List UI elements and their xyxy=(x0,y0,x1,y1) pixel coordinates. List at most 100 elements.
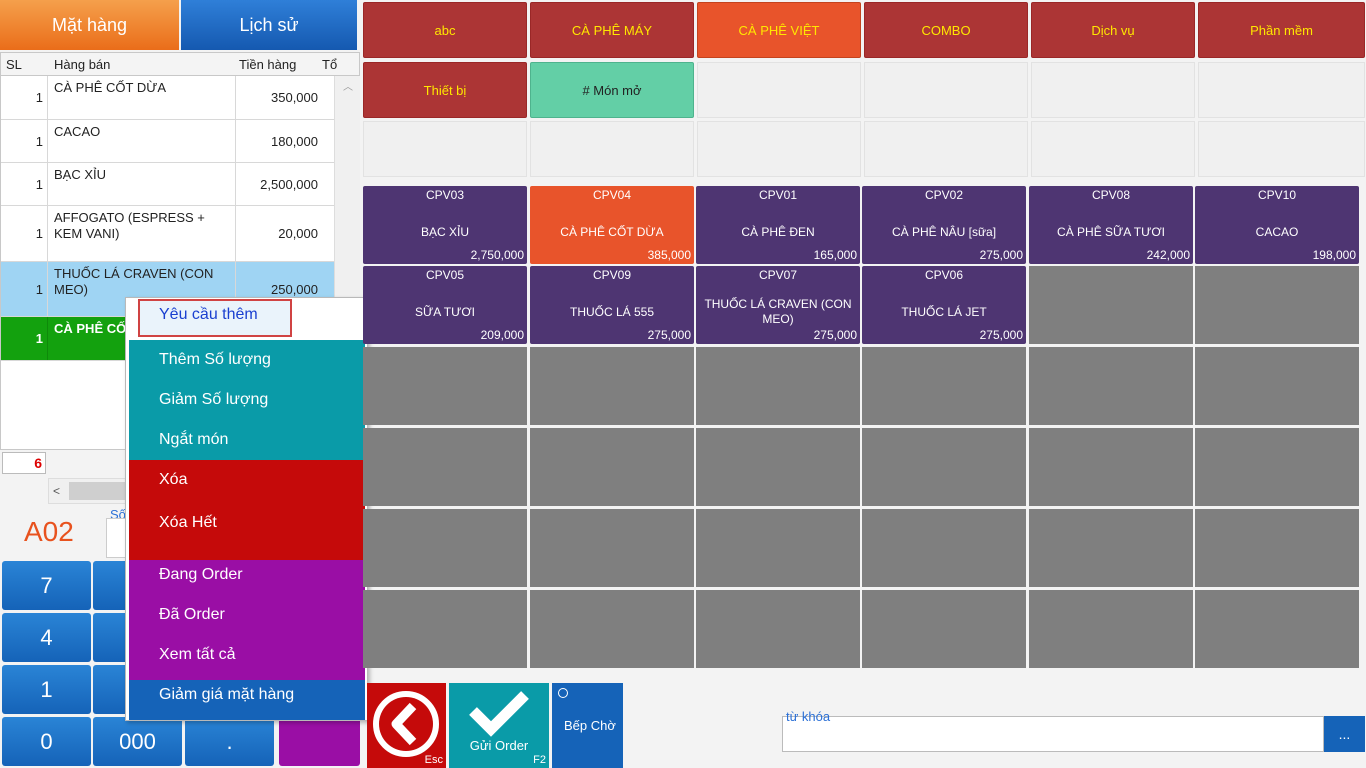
product-empty-slot xyxy=(530,347,694,425)
tab-history[interactable]: Lịch sử xyxy=(181,0,357,50)
product-code: CPV04 xyxy=(592,188,632,202)
keyword-search-label: từ khóa xyxy=(786,709,831,724)
product-code: CPV06 xyxy=(924,268,964,282)
menu-item-request-more[interactable]: Yêu cầu thêm xyxy=(138,299,292,337)
key-7[interactable]: 7 xyxy=(2,561,91,610)
key-4[interactable]: 4 xyxy=(2,613,91,662)
product-tile[interactable]: CPV07 THUỐC LÁ CRAVEN (CON MEO) 275,000 xyxy=(696,266,860,344)
checkmark-icon xyxy=(469,691,529,737)
category-empty-slot xyxy=(1031,62,1195,118)
row-item-name: CÀ PHÊ CỐT DỪA xyxy=(54,80,166,95)
product-tile[interactable]: CPV03 BẠC XỈU 2,750,000 xyxy=(363,186,527,264)
product-empty-slot xyxy=(696,347,860,425)
product-empty-slot xyxy=(1029,266,1193,344)
product-tile[interactable]: CPV09 THUỐC LÁ 555 275,000 xyxy=(530,266,694,344)
product-empty-slot xyxy=(1029,347,1193,425)
product-empty-slot xyxy=(696,509,860,587)
menu-item-ordering[interactable]: Đang Order xyxy=(129,560,365,600)
row-qty: 1 xyxy=(1,76,48,119)
product-name: BẠC XỈU xyxy=(420,224,469,239)
product-code: CPV09 xyxy=(592,268,632,282)
send-order-shortcut: F2 xyxy=(533,754,546,766)
category-empty-slot xyxy=(864,62,1028,118)
product-price: 275,000 xyxy=(979,248,1023,262)
product-empty-slot xyxy=(1029,428,1193,506)
row-qty: 1 xyxy=(1,206,48,261)
table-row[interactable]: 1 CÀ PHÊ CỐT DỪA 350,000 xyxy=(1,76,335,120)
product-code: CPV10 xyxy=(1257,188,1297,202)
product-empty-slot xyxy=(363,590,527,668)
product-tile[interactable]: CPV05 SỮA TƯƠI 209,000 xyxy=(363,266,527,344)
key-1[interactable]: 1 xyxy=(2,665,91,714)
row-qty: 1 xyxy=(1,163,48,205)
key-0[interactable]: 0 xyxy=(2,717,91,766)
menu-item-view-all[interactable]: Xem tất cả xyxy=(129,640,365,680)
category-empty-slot xyxy=(1198,121,1365,177)
product-tile-selected[interactable]: CPV04 CÀ PHÊ CỐT DỪA 385,000 xyxy=(530,186,694,264)
send-order-button[interactable]: Gửi Order F2 xyxy=(449,683,549,768)
kitchen-wait-button[interactable]: Bếp Chờ xyxy=(552,683,623,768)
product-tile[interactable]: CPV08 CÀ PHÊ SỮA TƯƠI 242,000 xyxy=(1029,186,1193,264)
product-tile[interactable]: CPV02 CÀ PHÊ NÂU [sữa] 275,000 xyxy=(862,186,1026,264)
category-phan-mem[interactable]: Phần mềm xyxy=(1198,2,1365,58)
menu-item-delete-all[interactable]: Xóa Hết xyxy=(129,500,365,560)
key-000[interactable]: 000 xyxy=(93,717,182,766)
order-table-header: SL Hàng bán Tiền hàng Tổ xyxy=(1,53,359,76)
product-name: CACAO xyxy=(1255,224,1299,239)
product-name: CÀ PHÊ SỮA TƯƠI xyxy=(1057,224,1165,239)
product-price: 165,000 xyxy=(813,248,857,262)
key-backspace[interactable] xyxy=(279,717,360,766)
product-name: CÀ PHÊ ĐEN xyxy=(741,224,815,239)
search-more-button[interactable]: ... xyxy=(1324,716,1365,752)
product-price: 275,000 xyxy=(813,328,857,342)
table-row[interactable]: 1 AFFOGATO (ESPRESS + KEM VANI) 20,000 xyxy=(1,206,335,262)
category-empty-slot xyxy=(864,121,1028,177)
product-empty-slot xyxy=(1029,509,1193,587)
row-item-name: BẠC XỈU xyxy=(54,167,107,182)
row-amount: 350,000 xyxy=(235,76,335,119)
row-amount: 2,500,000 xyxy=(235,163,335,205)
product-tile[interactable]: CPV06 THUỐC LÁ JET 275,000 xyxy=(862,266,1026,344)
product-tile[interactable]: CPV10 CACAO 198,000 xyxy=(1195,186,1359,264)
menu-item-stop-item[interactable]: Ngắt món xyxy=(129,420,365,460)
product-empty-slot xyxy=(1195,590,1359,668)
category-empty-slot xyxy=(1198,62,1365,118)
keyword-search-input[interactable] xyxy=(782,716,1324,752)
tab-items[interactable]: Mặt hàng xyxy=(0,0,179,50)
table-row[interactable]: 1 CACAO 180,000 xyxy=(1,120,335,163)
scroll-left-icon[interactable]: < xyxy=(53,484,60,498)
product-empty-slot xyxy=(862,347,1026,425)
product-name: CÀ PHÊ NÂU [sữa] xyxy=(891,224,997,239)
product-price: 275,000 xyxy=(647,328,691,342)
category-mon-mo[interactable]: # Món mở xyxy=(530,62,694,118)
category-combo[interactable]: COMBO xyxy=(864,2,1028,58)
col-header-qty: SL xyxy=(6,57,22,72)
menu-item-reduce-quantity[interactable]: Giảm Số lượng xyxy=(129,380,365,420)
scroll-up-icon[interactable]: ︿ xyxy=(343,78,353,93)
category-empty-slot xyxy=(530,121,694,177)
row-item-name: THUỐC LÁ CRAVEN (CON MEO) xyxy=(54,266,214,297)
key-decimal[interactable]: . xyxy=(185,717,274,766)
radio-icon xyxy=(558,688,568,698)
product-code: CPV02 xyxy=(924,188,964,202)
back-button[interactable]: Esc xyxy=(367,683,446,768)
category-dich-vu[interactable]: Dịch vụ xyxy=(1031,2,1195,58)
menu-item-item-discount[interactable]: Giảm giá mặt hàng xyxy=(129,680,365,720)
product-tile[interactable]: CPV01 CÀ PHÊ ĐEN 165,000 xyxy=(696,186,860,264)
product-empty-slot xyxy=(1195,509,1359,587)
row-item-name: AFFOGATO (ESPRESS + KEM VANI) xyxy=(54,210,205,241)
row-amount: 20,000 xyxy=(235,206,335,261)
category-abc[interactable]: abc xyxy=(363,2,527,58)
menu-item-delete[interactable]: Xóa xyxy=(129,460,365,500)
product-empty-slot xyxy=(862,590,1026,668)
col-header-total: Tổ xyxy=(322,57,338,72)
menu-item-add-quantity[interactable]: Thêm Số lượng xyxy=(129,340,365,380)
table-row[interactable]: 1 BẠC XỈU 2,500,000 xyxy=(1,163,335,206)
category-empty-slot xyxy=(697,121,861,177)
category-ca-phe-viet[interactable]: CÀ PHÊ VIỆT xyxy=(697,2,861,58)
category-thiet-bi[interactable]: Thiết bị xyxy=(363,62,527,118)
row-qty: 1 xyxy=(1,317,48,360)
category-empty-slot xyxy=(1031,121,1195,177)
menu-item-ordered[interactable]: Đã Order xyxy=(129,600,365,640)
category-ca-phe-may[interactable]: CÀ PHÊ MÁY xyxy=(530,2,694,58)
